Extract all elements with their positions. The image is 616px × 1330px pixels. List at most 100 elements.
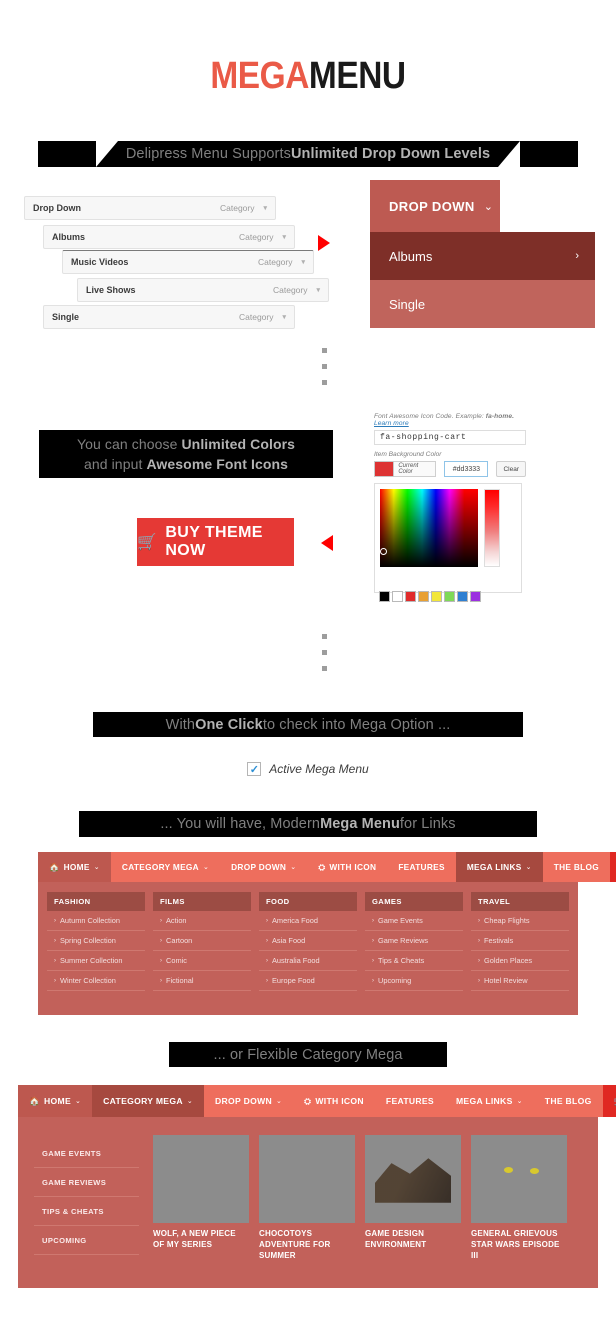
swatch-green[interactable] bbox=[444, 591, 455, 602]
dropdown-item-single[interactable]: Single bbox=[370, 280, 595, 328]
nav-item-buy-theme-now[interactable]: 🛒 BUY THEME NOW bbox=[602, 1085, 616, 1117]
color-cursor-icon[interactable] bbox=[380, 548, 387, 555]
column-link-label: Winter Collection bbox=[60, 976, 116, 985]
side-link-game-reviews[interactable]: GAME REVIEWS bbox=[34, 1168, 139, 1197]
clear-button[interactable]: Clear bbox=[496, 461, 527, 477]
admin-row-drop-down[interactable]: Drop Down Category ▾ bbox=[24, 196, 276, 220]
nav-item-with-icon[interactable]: ⛭ WITH ICON bbox=[307, 852, 388, 882]
column-link[interactable]: › Fictional bbox=[153, 971, 251, 991]
nav-item-features[interactable]: FEATURES bbox=[374, 1085, 445, 1117]
nav-item-the-blog[interactable]: THE BLOG bbox=[542, 852, 611, 882]
chevron-down-icon: ⌄ bbox=[516, 1098, 523, 1105]
column-link[interactable]: › Cartoon bbox=[153, 931, 251, 951]
column-link[interactable]: › Game Events bbox=[365, 911, 463, 931]
nav-item-drop-down[interactable]: DROP DOWN ⌄ bbox=[220, 852, 308, 882]
dropdown-item-albums[interactable]: Albums › bbox=[370, 232, 595, 280]
home-icon: 🏠 bbox=[49, 861, 60, 872]
dropdown-preview-header[interactable]: DROP DOWN ⌄ bbox=[370, 180, 500, 232]
admin-row-music-videos[interactable]: Music Videos Category ▾ bbox=[62, 250, 314, 274]
column-link[interactable]: › America Food bbox=[259, 911, 357, 931]
nav-item-the-blog[interactable]: THE BLOG bbox=[533, 1085, 603, 1117]
nav-item-mega-links[interactable]: MEGA LINKS ⌄ bbox=[444, 1085, 534, 1117]
column-link[interactable]: › Comic bbox=[153, 951, 251, 971]
admin-row-live-shows[interactable]: Live Shows Category ▾ bbox=[77, 278, 329, 302]
chevron-down-icon[interactable]: ▾ bbox=[301, 258, 305, 266]
nav-item-label: CATEGORY MEGA bbox=[103, 1096, 183, 1106]
nav-item-label: FEATURES bbox=[398, 862, 445, 872]
column-link[interactable]: › Golden Places bbox=[471, 951, 569, 971]
column-link[interactable]: › Winter Collection bbox=[47, 971, 145, 991]
nav-item-buy-theme-now[interactable]: 🛒 BUY THEME NOW bbox=[610, 852, 616, 882]
side-link-game-events[interactable]: GAME EVENTS bbox=[34, 1139, 139, 1168]
buy-theme-now-button[interactable]: 🛒 BUY THEME NOW bbox=[137, 518, 294, 566]
color-picker-panel[interactable] bbox=[374, 483, 522, 593]
post-card[interactable]: WOLF, A NEW PIECE OF MY SERIES bbox=[153, 1135, 249, 1261]
column-link[interactable]: › Festivals bbox=[471, 931, 569, 951]
banner-unlimited-colors: You can choose Unlimited Colors and inpu… bbox=[39, 430, 333, 478]
banner-text-bold: One Click bbox=[195, 716, 263, 733]
learn-more-link[interactable]: Learn more bbox=[374, 420, 409, 427]
nav-item-home[interactable]: 🏠 HOME ⌄ bbox=[18, 1085, 93, 1117]
current-color-swatch[interactable] bbox=[374, 461, 395, 477]
swatch-purple[interactable] bbox=[470, 591, 481, 602]
chevron-right-icon: › bbox=[372, 977, 374, 984]
hex-value-input[interactable]: #dd3333 bbox=[444, 461, 489, 477]
post-thumbnail-image bbox=[365, 1135, 461, 1223]
column-link[interactable]: › Australia Food bbox=[259, 951, 357, 971]
nav-item-label: THE BLOG bbox=[553, 862, 600, 872]
nav-item-mega-links[interactable]: MEGA LINKS ⌄ bbox=[455, 852, 543, 882]
column-link[interactable]: › Upcoming bbox=[365, 971, 463, 991]
admin-row-albums[interactable]: Albums Category ▾ bbox=[43, 225, 295, 249]
saturation-area[interactable] bbox=[380, 489, 478, 567]
column-link[interactable]: › Tips & Cheats bbox=[365, 951, 463, 971]
chevron-down-icon[interactable]: ▾ bbox=[316, 286, 320, 294]
nav-item-category-mega[interactable]: CATEGORY MEGA ⌄ bbox=[110, 852, 221, 882]
post-title: CHOCOTOYS ADVENTURE FOR SUMMER bbox=[259, 1229, 331, 1260]
chevron-down-icon[interactable]: ▾ bbox=[282, 233, 286, 241]
column-link[interactable]: › Summer Collection bbox=[47, 951, 145, 971]
nav-item-category-mega[interactable]: CATEGORY MEGA ⌄ bbox=[92, 1085, 205, 1117]
banner-text-pre: Delipress Menu Supports bbox=[125, 146, 291, 162]
column-link[interactable]: › Asia Food bbox=[259, 931, 357, 951]
nav-item-with-icon[interactable]: ⛭ WITH ICON bbox=[293, 1085, 375, 1117]
mega-menu-navbar: 🏠 HOME ⌄ CATEGORY MEGA ⌄ DROP DOWN ⌄ ⛭ W… bbox=[38, 852, 616, 882]
swatch-black[interactable] bbox=[379, 591, 390, 602]
chevron-right-icon: › bbox=[160, 977, 162, 984]
side-link-upcoming[interactable]: UPCOMING bbox=[34, 1226, 139, 1255]
swatch-blue[interactable] bbox=[457, 591, 468, 602]
chevron-right-icon: › bbox=[160, 957, 162, 964]
arrow-left-marker bbox=[321, 535, 333, 551]
nav-item-features[interactable]: FEATURES bbox=[387, 852, 456, 882]
post-card[interactable]: GENERAL GRIEVOUS STAR WARS EPISODE III bbox=[471, 1135, 567, 1261]
post-card[interactable]: GAME DESIGN ENVIRONMENT bbox=[365, 1135, 461, 1261]
column-header: GAMES bbox=[365, 892, 463, 911]
active-mega-menu-checkbox[interactable]: ✓ bbox=[247, 762, 262, 776]
admin-row-single[interactable]: Single Category ▾ bbox=[43, 305, 295, 329]
chevron-down-icon[interactable]: ▾ bbox=[282, 313, 286, 321]
swatch-white[interactable] bbox=[392, 591, 403, 602]
column-link[interactable]: › Action bbox=[153, 911, 251, 931]
hue-slider[interactable] bbox=[484, 489, 500, 567]
chevron-right-icon: › bbox=[54, 937, 56, 944]
column-link[interactable]: › Autumn Collection bbox=[47, 911, 145, 931]
nav-item-home[interactable]: 🏠 HOME ⌄ bbox=[38, 852, 111, 882]
icon-code-input[interactable]: fa-shopping-cart bbox=[374, 430, 526, 445]
chevron-down-icon[interactable]: ▾ bbox=[263, 204, 267, 212]
swatch-yellow[interactable] bbox=[431, 591, 442, 602]
nav-item-drop-down[interactable]: DROP DOWN ⌄ bbox=[204, 1085, 294, 1117]
column-link-label: Hotel Review bbox=[484, 976, 528, 985]
column-link[interactable]: › Game Reviews bbox=[365, 931, 463, 951]
nav-item-label: HOME bbox=[63, 862, 90, 872]
column-link[interactable]: › Spring Collection bbox=[47, 931, 145, 951]
dot bbox=[322, 380, 327, 385]
swatch-orange[interactable] bbox=[418, 591, 429, 602]
post-card[interactable]: CHOCOTOYS ADVENTURE FOR SUMMER bbox=[259, 1135, 355, 1261]
flask-icon: ⛭ bbox=[304, 1095, 312, 1106]
category-mega-navbar: 🏠 HOME ⌄ CATEGORY MEGA ⌄ DROP DOWN ⌄ ⛭ W… bbox=[18, 1085, 616, 1117]
column-link[interactable]: › Europe Food bbox=[259, 971, 357, 991]
side-link-tips-cheats[interactable]: TIPS & CHEATS bbox=[34, 1197, 139, 1226]
column-link[interactable]: › Hotel Review bbox=[471, 971, 569, 991]
column-link[interactable]: › Cheap Flights bbox=[471, 911, 569, 931]
swatch-red[interactable] bbox=[405, 591, 416, 602]
preset-color-swatches bbox=[379, 591, 481, 602]
